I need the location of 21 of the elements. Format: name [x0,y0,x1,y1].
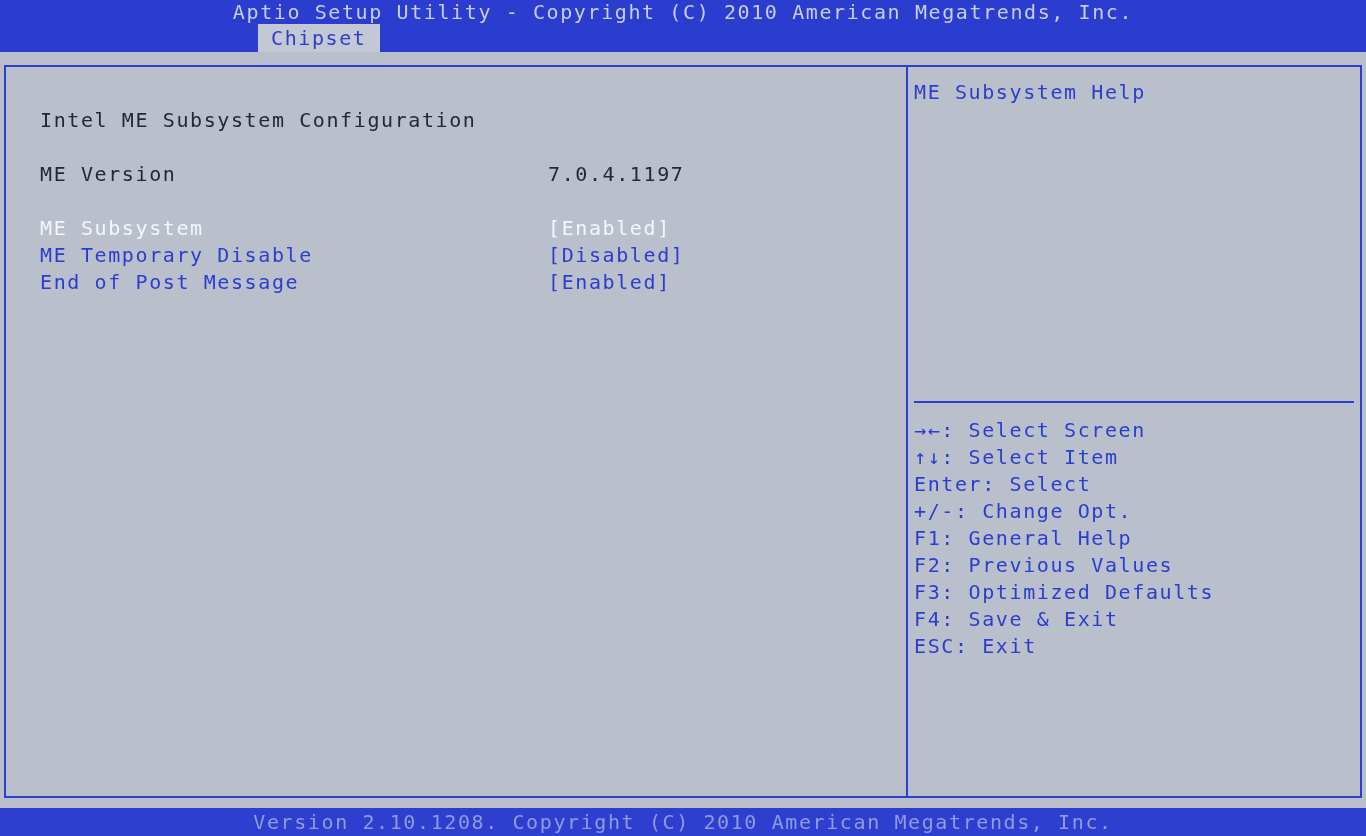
setting-value: [Enabled] [548,215,671,242]
version-text: Version 2.10.1208. Copyright (C) 2010 American Megatrends, Inc. [253,809,1113,836]
section-heading: Intel ME Subsystem Configuration [40,107,478,134]
key-hint: F4: Save & Exit [914,606,1120,633]
key-hint: Enter: Select [914,471,1093,498]
key-hint: F3: Optimized Defaults [914,579,1216,606]
key-hint: ↑↓: Select Item [914,444,1120,471]
help-text: ME Subsystem Help [914,79,1147,106]
key-hint: +/-: Change Opt. [914,498,1134,525]
window-title: Aptio Setup Utility - Copyright (C) 2010 American Megatrends, Inc. [232,0,1134,24]
key-hint: F1: General Help [914,525,1134,552]
setting-value: [Disabled] [548,242,685,269]
tab[interactable]: Chipset [258,24,380,52]
key-hint: F2: Previous Values [914,552,1175,579]
setting-label: ME Version [40,161,178,188]
setting-value: [Enabled] [548,269,671,296]
key-hint: ESC: Exit [914,633,1038,660]
setting-label[interactable]: End of Post Message [40,269,548,296]
setting-value: 7.0.4.1197 [548,161,685,188]
setting-label[interactable]: ME Temporary Disable [40,242,548,269]
key-hint: →←: Select Screen [914,417,1147,444]
